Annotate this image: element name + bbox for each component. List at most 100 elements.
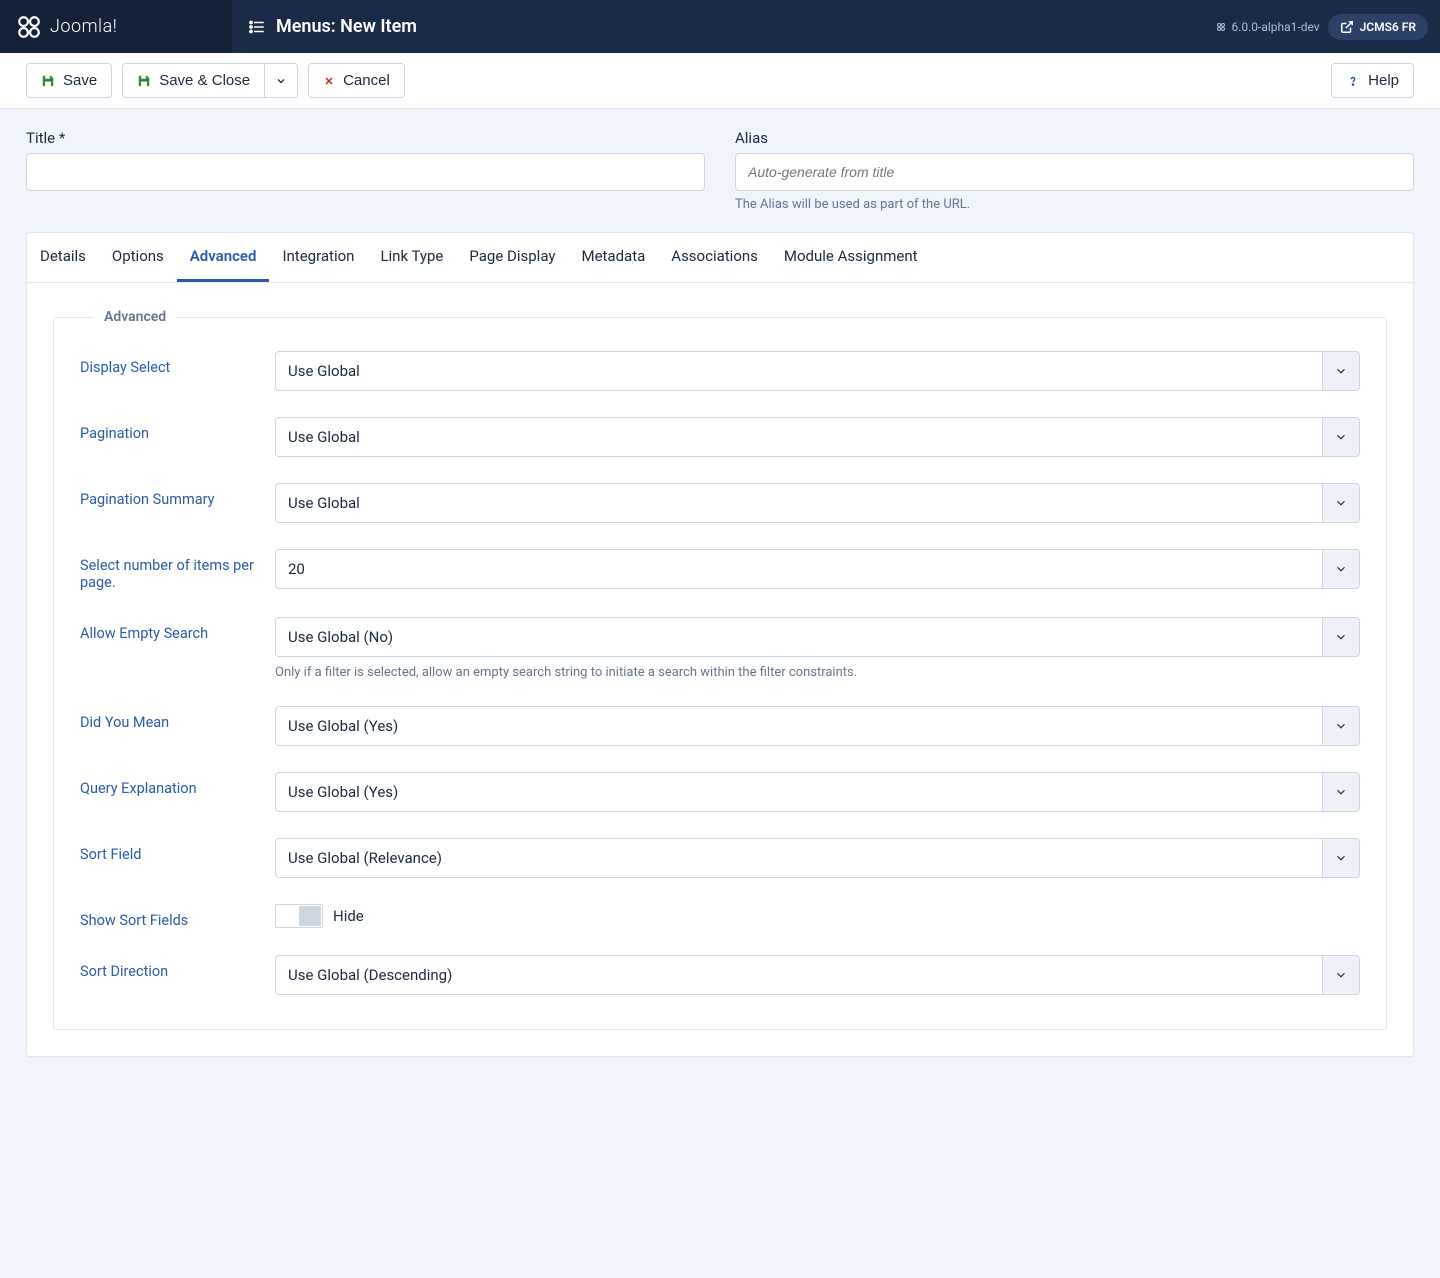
field-query-explanation: Query Explanation Use Global (Yes): [80, 772, 1360, 812]
cancel-button[interactable]: Cancel: [308, 63, 405, 98]
field-control-did-you-mean: Use Global (Yes): [275, 706, 1360, 746]
save-dropdown-button[interactable]: [265, 63, 298, 98]
tab-associations[interactable]: Associations: [658, 233, 771, 282]
field-did-you-mean: Did You Mean Use Global (Yes): [80, 706, 1360, 746]
field-label-pagination: Pagination: [80, 417, 275, 442]
field-pagination: Pagination Use Global: [80, 417, 1360, 457]
select-caret-allow-empty: [1322, 617, 1360, 657]
close-icon: [323, 75, 335, 87]
help-label: Help: [1368, 72, 1399, 89]
tab-metadata[interactable]: Metadata: [568, 233, 658, 282]
select-value-items-per-page: 20: [275, 549, 1322, 589]
chevron-down-icon: [275, 75, 287, 87]
field-label-allow-empty: Allow Empty Search: [80, 617, 275, 642]
title-col: Title *: [26, 129, 705, 212]
select-allow-empty[interactable]: Use Global (No): [275, 617, 1360, 657]
field-desc-allow-empty: Only if a filter is selected, allow an e…: [275, 665, 1360, 680]
page-title-section: Menus: New Item: [232, 16, 1203, 37]
select-caret-items-per-page: [1322, 549, 1360, 589]
field-sort-direction: Sort Direction Use Global (Descending): [80, 955, 1360, 995]
field-control-items-per-page: 20: [275, 549, 1360, 589]
tab-details[interactable]: Details: [27, 233, 99, 282]
chevron-down-icon: [1334, 430, 1348, 444]
version-badge[interactable]: 6.0.0-alpha1-dev: [1215, 20, 1319, 34]
joomla-icon: [16, 14, 42, 40]
select-display-select[interactable]: Use Global: [275, 351, 1360, 391]
save-close-group: Save & Close: [122, 63, 298, 98]
tab-module-assignment[interactable]: Module Assignment: [771, 233, 931, 282]
select-value-query-explanation: Use Global (Yes): [275, 772, 1322, 812]
card: DetailsOptionsAdvancedIntegrationLink Ty…: [26, 232, 1414, 1057]
select-caret-display-select: [1322, 351, 1360, 391]
external-link-icon: [1340, 20, 1354, 34]
select-caret-pagination: [1322, 417, 1360, 457]
select-value-sort-field: Use Global (Relevance): [275, 838, 1322, 878]
select-caret-pagination-summary: [1322, 483, 1360, 523]
logo-section[interactable]: Joomla!: [0, 0, 232, 53]
alias-col: Alias The Alias will be used as part of …: [735, 129, 1414, 212]
field-control-allow-empty: Use Global (No) Only if a filter is sele…: [275, 617, 1360, 680]
title-input[interactable]: [26, 153, 705, 191]
select-caret-sort-field: [1322, 838, 1360, 878]
toolbar: Save Save & Close Cancel Help: [0, 53, 1440, 109]
field-label-display-select: Display Select: [80, 351, 275, 376]
alias-input[interactable]: [735, 153, 1414, 191]
field-control-display-select: Use Global: [275, 351, 1360, 391]
save-icon: [41, 74, 55, 88]
switch-thumb-show-sort-fields: [299, 906, 321, 926]
user-name: JCMS6 FR: [1360, 20, 1416, 34]
select-items-per-page[interactable]: 20: [275, 549, 1360, 589]
select-value-pagination: Use Global: [275, 417, 1322, 457]
select-value-sort-direction: Use Global (Descending): [275, 955, 1322, 995]
field-control-pagination-summary: Use Global: [275, 483, 1360, 523]
chevron-down-icon: [1334, 364, 1348, 378]
select-sort-direction[interactable]: Use Global (Descending): [275, 955, 1360, 995]
chevron-down-icon: [1334, 719, 1348, 733]
topbar-right: 6.0.0-alpha1-dev JCMS6 FR: [1203, 14, 1440, 40]
cancel-label: Cancel: [343, 72, 390, 89]
field-pagination-summary: Pagination Summary Use Global: [80, 483, 1360, 523]
title-label: Title *: [26, 129, 705, 147]
save-label: Save: [63, 72, 97, 89]
field-label-query-explanation: Query Explanation: [80, 772, 275, 797]
joomla-small-icon: [1215, 21, 1227, 33]
switch-show-sort-fields: Hide: [275, 904, 1360, 928]
select-value-did-you-mean: Use Global (Yes): [275, 706, 1322, 746]
save-button[interactable]: Save: [26, 63, 112, 98]
select-pagination[interactable]: Use Global: [275, 417, 1360, 457]
field-label-items-per-page: Select number of items per page.: [80, 549, 275, 591]
chevron-down-icon: [1334, 785, 1348, 799]
tab-integration[interactable]: Integration: [269, 233, 367, 282]
select-caret-query-explanation: [1322, 772, 1360, 812]
tab-options[interactable]: Options: [99, 233, 177, 282]
field-allow-empty: Allow Empty Search Use Global (No) Only …: [80, 617, 1360, 680]
advanced-fieldset: Advanced Display Select Use Global Pagin…: [53, 309, 1387, 1030]
topbar: Joomla! Menus: New Item 6.0.0-alpha1-dev…: [0, 0, 1440, 53]
chevron-down-icon: [1334, 562, 1348, 576]
help-button[interactable]: Help: [1331, 63, 1414, 98]
tab-link-type[interactable]: Link Type: [367, 233, 456, 282]
tabs: DetailsOptionsAdvancedIntegrationLink Ty…: [27, 233, 1413, 283]
switch-track-show-sort-fields[interactable]: [275, 904, 323, 928]
user-pill[interactable]: JCMS6 FR: [1328, 14, 1428, 40]
select-did-you-mean[interactable]: Use Global (Yes): [275, 706, 1360, 746]
select-value-display-select: Use Global: [275, 351, 1322, 391]
field-sort-field: Sort Field Use Global (Relevance): [80, 838, 1360, 878]
select-caret-did-you-mean: [1322, 706, 1360, 746]
tab-page-display[interactable]: Page Display: [456, 233, 568, 282]
list-icon: [248, 18, 266, 36]
tab-advanced[interactable]: Advanced: [177, 233, 270, 282]
card-body: Advanced Display Select Use Global Pagin…: [27, 283, 1413, 1056]
content: Title * Alias The Alias will be used as …: [0, 109, 1440, 1083]
field-label-sort-field: Sort Field: [80, 838, 275, 863]
select-pagination-summary[interactable]: Use Global: [275, 483, 1360, 523]
switch-label-show-sort-fields: Hide: [333, 907, 364, 925]
select-value-allow-empty: Use Global (No): [275, 617, 1322, 657]
field-control-sort-direction: Use Global (Descending): [275, 955, 1360, 995]
fieldset-legend: Advanced: [94, 309, 176, 325]
chevron-down-icon: [1334, 630, 1348, 644]
chevron-down-icon: [1334, 496, 1348, 510]
select-sort-field[interactable]: Use Global (Relevance): [275, 838, 1360, 878]
save-close-button[interactable]: Save & Close: [122, 63, 265, 98]
select-query-explanation[interactable]: Use Global (Yes): [275, 772, 1360, 812]
